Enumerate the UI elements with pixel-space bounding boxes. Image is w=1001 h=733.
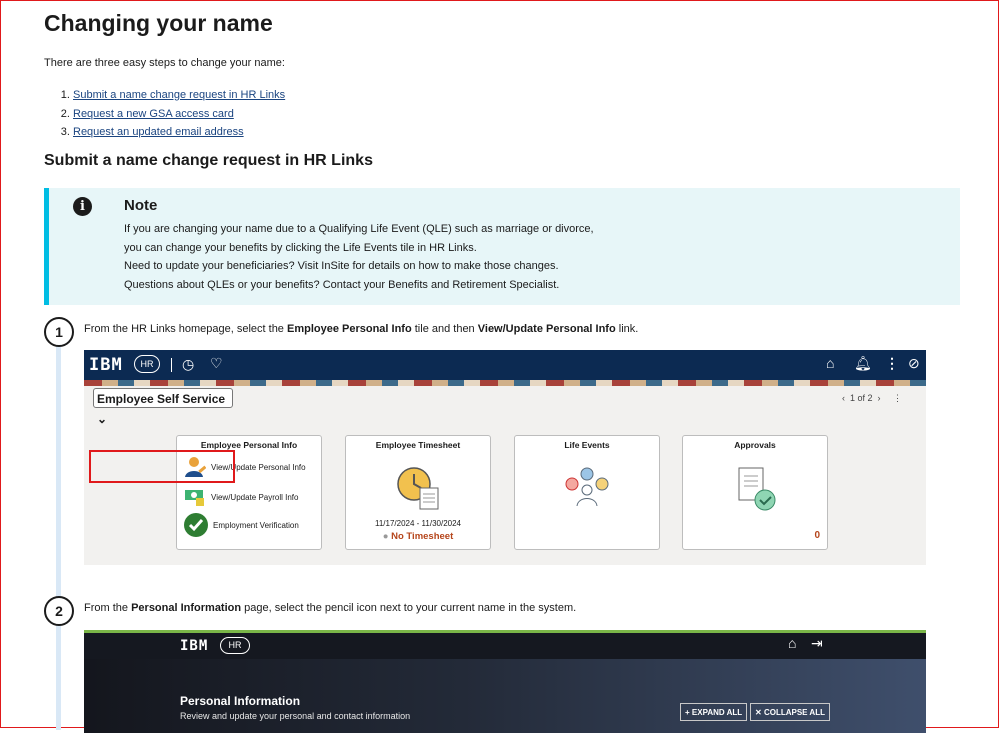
favorites-icon: ♡ (210, 355, 223, 371)
payroll-icon (185, 490, 204, 506)
expand-all-button: + EXPAND ALL (680, 703, 748, 721)
list-item: Request a new GSA access card (73, 105, 285, 124)
steps-list: Submit a name change request in HR Links… (44, 86, 285, 142)
status-dot-icon: ● (382, 531, 389, 542)
tile-link-row: View/Update Payroll Info (184, 487, 298, 507)
section-heading: Submit a name change request in HR Links (44, 152, 373, 169)
tile-title: Approvals (734, 440, 776, 450)
close-icon: ✕ (755, 708, 762, 717)
ibm-logo: IBM (89, 355, 123, 375)
step-2-text: From the Personal Information page, sele… (84, 602, 577, 614)
timesheet-status: ● No Timesheet (382, 531, 454, 542)
step-number-2: 2 (44, 596, 74, 626)
note-line: Need to update your beneficiaries? Visit… (124, 260, 559, 272)
tile-employee-timesheet: Employee Timesheet 11/17/2024 - 11/30/20… (345, 435, 491, 550)
note-body: If you are changing your name due to a Q… (124, 220, 594, 294)
decorative-banner (84, 380, 926, 386)
step-link-access-card[interactable]: Request a new GSA access card (73, 108, 234, 120)
step-link-name-change[interactable]: Submit a name change request in HR Links (73, 89, 285, 101)
tile-title: Employee Timesheet (375, 440, 461, 450)
approval-document-icon (738, 467, 776, 511)
tile-link-row: Employment Verification (184, 513, 299, 537)
life-events-icon (565, 467, 609, 507)
note-line: Questions about QLEs or your benefits? C… (124, 278, 560, 291)
divider (171, 358, 172, 372)
note-box: i Note If you are changing your name due… (44, 188, 960, 305)
tile-life-events: Life Events (514, 435, 660, 550)
top-nav-bar: IBM HR ⌂ ⇥ (84, 633, 926, 659)
collapse-all-button: ✕ COLLAPSE ALL (750, 703, 830, 721)
history-icon: ◷ (182, 356, 195, 372)
more-options-icon: ⋮ (885, 355, 899, 371)
note-line: If you are changing your name due to a Q… (124, 223, 594, 235)
personal-information-screenshot: IBM HR ⌂ ⇥ Personal Information Review a… (84, 630, 926, 733)
section-subtitle: Review and update your personal and cont… (180, 711, 411, 721)
plus-icon: + (685, 708, 690, 717)
ibm-logo: IBM (180, 638, 209, 654)
timesheet-range: 11/17/2024 - 11/30/2024 (375, 519, 461, 528)
home-icon: ⌂ (826, 355, 835, 371)
notification-bell-icon: 🔔︎ (854, 355, 872, 371)
sign-out-icon: ⇥ (811, 635, 823, 651)
tile-title: Employee Personal Info (200, 440, 298, 450)
note-line: you can change your benefits by clicking… (124, 241, 477, 254)
step-number-1: 1 (44, 317, 74, 347)
checkmark-icon (184, 513, 208, 537)
view-update-payroll-info-label: View/Update Payroll Info (211, 492, 299, 502)
page-title: Changing your name (44, 10, 273, 36)
employment-verification-label: Employment Verification (213, 520, 299, 530)
approvals-count: 0 (814, 530, 820, 541)
page: Changing your name There are three easy … (0, 0, 1001, 733)
clock-timesheet-icon (397, 467, 439, 510)
info-icon: i (73, 197, 92, 216)
step-rail (56, 330, 61, 730)
hr-cloud-logo: HR (220, 637, 250, 654)
homepage-dropdown: Employee Self Service ⌄ (93, 388, 233, 426)
list-item: Request an updated email address (73, 123, 285, 142)
tile-title: Life Events (564, 440, 610, 450)
page-indicator: ‹ 1 of 2 › ⋮ (842, 393, 903, 403)
tile-approvals: Approvals 0 (682, 435, 828, 550)
list-item: Submit a name change request in HR Links (73, 86, 285, 105)
navbar-compass-icon: ⊘ (908, 355, 920, 371)
step-1-text: From the HR Links homepage, select the E… (84, 323, 639, 335)
note-title: Note (124, 197, 158, 214)
highlight-box (89, 450, 235, 483)
section-title: Personal Information (180, 694, 301, 708)
intro-text: There are three easy steps to change you… (44, 57, 285, 69)
home-icon: ⌂ (788, 635, 797, 651)
top-nav-bar: IBM HR ◷ ♡ ⌂ 🔔︎ ⋮ ⊘ (84, 350, 926, 380)
hr-cloud-logo: HR (134, 355, 160, 373)
step-link-email[interactable]: Request an updated email address (73, 126, 244, 138)
